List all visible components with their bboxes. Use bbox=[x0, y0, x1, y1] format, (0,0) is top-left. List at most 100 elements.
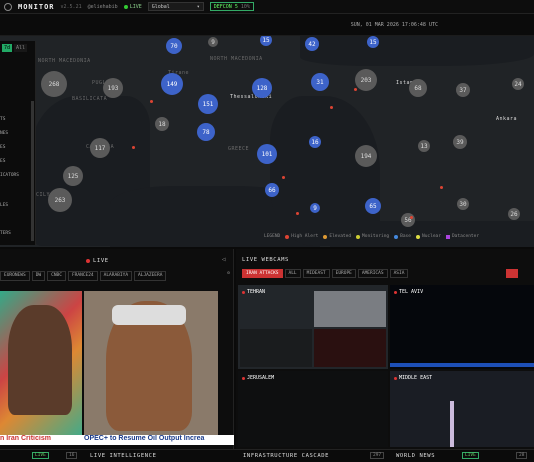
alert-marker[interactable] bbox=[296, 212, 299, 215]
webcam-tabs: IRAN ATTACKS ALL MIDEAST EUROPE AMERICAS… bbox=[242, 269, 409, 278]
map-cluster[interactable]: 151 bbox=[198, 94, 218, 114]
infrastructure-cascade-title[interactable]: INFRASTRUCTURE CASCADE bbox=[243, 453, 329, 459]
defcon-value: 10% bbox=[240, 3, 250, 10]
map-cluster[interactable]: 65 bbox=[365, 198, 381, 214]
channel-tab[interactable]: FRANCE24 bbox=[67, 271, 98, 281]
mute-icon[interactable]: ◁ bbox=[222, 256, 226, 263]
map-cluster[interactable]: 193 bbox=[103, 78, 123, 98]
live-badge: LIVE bbox=[32, 452, 49, 459]
map-cluster[interactable]: 263 bbox=[48, 188, 72, 212]
globe-icon bbox=[4, 2, 12, 11]
channel-tab[interactable]: ALARABIYA bbox=[99, 271, 133, 281]
map-cluster[interactable]: 203 bbox=[355, 69, 377, 91]
map-cluster[interactable]: 268 bbox=[41, 71, 67, 97]
map-legend: LEGEND High Alert Elevated Monitoring Ba… bbox=[264, 234, 479, 239]
tab-europe[interactable]: EUROPE bbox=[331, 269, 356, 278]
webcams-header: LIVE WEBCAMS bbox=[242, 256, 289, 263]
gear-icon[interactable]: ⚙ bbox=[227, 271, 230, 281]
alert-marker[interactable] bbox=[282, 176, 285, 179]
tab-all[interactable]: ALL bbox=[284, 269, 301, 278]
label-ankara: Ankara bbox=[496, 116, 518, 122]
map-cluster[interactable]: 16 bbox=[309, 136, 321, 148]
tab-asia[interactable]: ASIA bbox=[389, 269, 409, 278]
map-cluster[interactable]: 194 bbox=[355, 145, 377, 167]
live-indicator: LIVE bbox=[123, 4, 142, 10]
channel-tab[interactable]: ALJAZEERA bbox=[134, 271, 167, 281]
layer-item[interactable]: TERS bbox=[0, 231, 11, 236]
channel-tab[interactable]: DW bbox=[31, 271, 46, 281]
channel-tab[interactable]: EURONEWS bbox=[0, 271, 30, 281]
map-cluster[interactable]: 18 bbox=[155, 117, 169, 131]
scrollbar[interactable] bbox=[31, 101, 34, 241]
map-cluster[interactable]: 101 bbox=[257, 144, 277, 164]
map-cluster[interactable]: 66 bbox=[265, 183, 279, 197]
live-intelligence-title[interactable]: LIVE INTELLIGENCE bbox=[90, 453, 157, 459]
layer-item[interactable]: NES bbox=[0, 131, 8, 136]
cam-tehran[interactable]: TEHRAN bbox=[238, 285, 388, 369]
cam-jerusalem[interactable]: JERUSALEM bbox=[238, 371, 388, 447]
map-cluster[interactable]: 31 bbox=[311, 73, 329, 91]
cascade-count-badge: 297 bbox=[370, 452, 385, 459]
alert-marker[interactable] bbox=[330, 106, 333, 109]
map-cluster[interactable]: 125 bbox=[63, 166, 83, 186]
legend-item: Nuclear bbox=[415, 234, 441, 239]
cam-label: JERUSALEM bbox=[242, 375, 274, 381]
alert-marker[interactable] bbox=[354, 88, 357, 91]
map-cluster[interactable]: 37 bbox=[456, 83, 470, 97]
layer-item[interactable]: TS bbox=[0, 117, 5, 122]
channel-tabs: EURONEWS DW CNBC FRANCE24 ALARABIYA ALJA… bbox=[0, 271, 234, 281]
map-view[interactable]: NORTH MACEDONIA NORTH MACEDONIA PUGLIA B… bbox=[0, 36, 534, 247]
world-news-title[interactable]: WORLD NEWS bbox=[396, 453, 435, 459]
map-cluster[interactable]: 68 bbox=[409, 79, 427, 97]
map-cluster[interactable]: 128 bbox=[252, 78, 272, 98]
map-cluster[interactable]: 42 bbox=[305, 37, 319, 51]
tab-mideast[interactable]: MIDEAST bbox=[302, 269, 330, 278]
label-north-macedonia-2: NORTH MACEDONIA bbox=[210, 56, 263, 62]
live-dot-icon bbox=[123, 4, 128, 9]
region-select[interactable]: Global ▾ bbox=[147, 2, 204, 11]
layer-item[interactable]: ICATORS bbox=[0, 173, 19, 178]
cam-subframe bbox=[314, 291, 386, 327]
map-cluster[interactable]: 70 bbox=[166, 38, 182, 54]
map-cluster[interactable]: 30 bbox=[457, 198, 469, 210]
base-triangle-icon bbox=[394, 234, 399, 239]
map-cluster[interactable]: 39 bbox=[453, 135, 467, 149]
cam-middle-east[interactable]: MIDDLE EAST bbox=[390, 371, 534, 447]
map-cluster[interactable]: 26 bbox=[508, 208, 520, 220]
cam-label: TEL AVIV bbox=[394, 289, 423, 295]
top-bar: MONITOR v2.5.21 @eliehabib LIVE Global ▾ … bbox=[0, 0, 534, 14]
tab-iran-attacks[interactable]: IRAN ATTACKS bbox=[242, 269, 283, 278]
map-cluster[interactable]: 78 bbox=[197, 123, 215, 141]
map-cluster[interactable]: 9 bbox=[208, 37, 218, 47]
video-right[interactable] bbox=[84, 291, 218, 435]
tab-americas[interactable]: AMERICAS bbox=[357, 269, 388, 278]
map-cluster[interactable]: 24 bbox=[512, 78, 524, 90]
map-cluster[interactable]: 56 bbox=[401, 213, 415, 227]
version-label: v2.5.21 bbox=[60, 3, 82, 10]
user-handle[interactable]: @eliehabib bbox=[88, 4, 118, 10]
legend-label: High Alert bbox=[291, 234, 319, 239]
tab-7d[interactable]: 7d bbox=[2, 44, 13, 52]
legend-title: LEGEND bbox=[264, 234, 281, 239]
map-cluster[interactable]: 117 bbox=[90, 138, 110, 158]
map-cluster[interactable]: 9 bbox=[310, 203, 320, 213]
cam-name: JERUSALEM bbox=[247, 375, 275, 381]
layer-item[interactable]: ES bbox=[0, 159, 5, 164]
map-cluster[interactable]: 13 bbox=[418, 140, 430, 152]
video-left[interactable] bbox=[0, 291, 82, 435]
map-cluster[interactable]: 149 bbox=[161, 73, 183, 95]
alert-marker[interactable] bbox=[150, 100, 153, 103]
alert-marker[interactable] bbox=[440, 186, 443, 189]
monitoring-dot-icon bbox=[356, 234, 361, 239]
live-dot-icon bbox=[86, 258, 90, 263]
map-cluster[interactable]: 15 bbox=[367, 36, 379, 48]
cam-tel-aviv[interactable]: TEL AVIV bbox=[390, 285, 534, 369]
tab-all[interactable]: All bbox=[14, 44, 28, 52]
grid-view-button[interactable] bbox=[506, 269, 518, 278]
alert-marker[interactable] bbox=[410, 216, 413, 219]
alert-marker[interactable] bbox=[132, 146, 135, 149]
layer-item[interactable]: ES bbox=[0, 145, 5, 150]
layer-item[interactable]: LES bbox=[0, 203, 8, 208]
count-badge: 16 bbox=[66, 452, 78, 459]
channel-tab[interactable]: CNBC bbox=[47, 271, 66, 281]
